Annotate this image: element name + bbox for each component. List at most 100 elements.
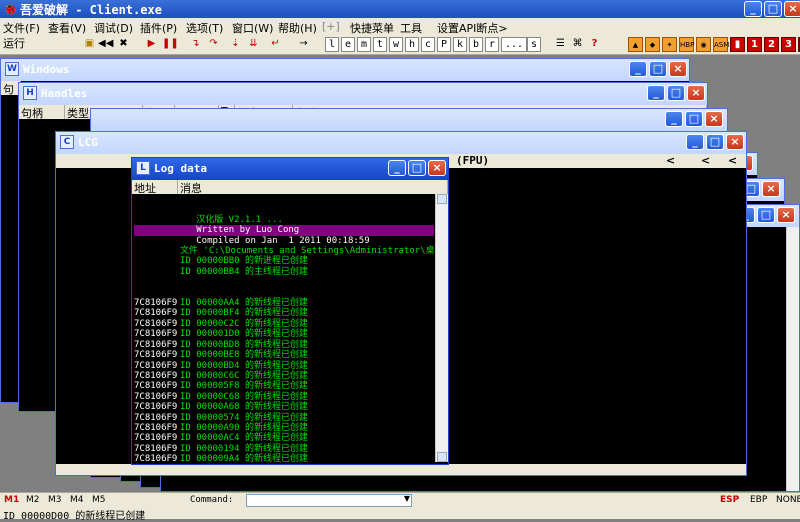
trace-over-icon[interactable]: ⇊	[246, 37, 261, 52]
lcg-hscroll[interactable]	[56, 464, 746, 475]
log-row[interactable]: 7C8106F9 ID 000005F8 的新线程已创建	[134, 381, 434, 391]
num-2-button[interactable]: 2	[764, 37, 779, 52]
num-3-button[interactable]: 3	[781, 37, 796, 52]
plugin1-icon[interactable]: ▲	[628, 37, 643, 52]
maximize-button[interactable]: □	[764, 1, 782, 17]
minimize-button[interactable]: _	[686, 134, 704, 150]
close-button[interactable]: ×	[428, 160, 446, 176]
log-row[interactable]: 7C8106F9 ID 00000BF4 的新线程已创建	[134, 308, 434, 318]
maximize-button[interactable]: □	[757, 207, 775, 223]
asm-button[interactable]: ASM	[713, 37, 729, 52]
toolbar-m-button[interactable]: m	[357, 37, 371, 52]
maximize-button[interactable]: □	[685, 111, 703, 127]
pause-icon[interactable]: ❚❚	[162, 37, 179, 52]
log-row[interactable]: 7C8106F9 ID 00000C6C 的新线程已创建	[134, 371, 434, 381]
minimize-button[interactable]: _	[647, 85, 665, 101]
close-button[interactable]: ×	[784, 1, 800, 17]
hbp-button[interactable]: HBP	[679, 37, 694, 52]
maximize-button[interactable]: □	[706, 134, 724, 150]
menu-tools[interactable]: 工具	[400, 20, 422, 36]
cpu-scrollbar[interactable]	[786, 227, 799, 491]
log-row[interactable]: 7C8106F9 ID 00000BD4 的新线程已创建	[134, 361, 434, 371]
open-icon[interactable]: ▣	[82, 37, 97, 52]
toolbar-b-button[interactable]: b	[469, 37, 483, 52]
log-row[interactable]: 7C8106F9 ID 00000194 的新线程已创建	[134, 444, 434, 454]
log-list[interactable]: 汉化版 V2.1.1 ... Written by Luo Cong Compi…	[134, 194, 434, 462]
col-handle[interactable]: 句柄	[19, 105, 65, 120]
goto-icon[interactable]: →	[296, 37, 311, 52]
toolbar-dots-button[interactable]: ...	[501, 37, 527, 52]
mark-m4[interactable]: M4	[70, 495, 84, 505]
step-into-icon[interactable]: ↴	[188, 37, 203, 52]
minimize-button[interactable]: _	[665, 111, 683, 127]
close-button[interactable]: ×	[777, 207, 795, 223]
log-row[interactable]: 7C8106F9 ID 00000AA4 的新线程已创建	[134, 298, 434, 308]
log-row[interactable]: 7C8106F9 ID 00000AC4 的新线程已创建	[134, 433, 434, 443]
chevron-down-icon[interactable]: ▼	[404, 494, 410, 503]
menu-options[interactable]: 选项(T)	[186, 20, 223, 36]
log-row[interactable]: 7C8106F9 ID 000009A4 的新线程已创建	[134, 454, 434, 462]
appearance-icon[interactable]: ⌘	[570, 37, 585, 52]
help-icon[interactable]: ?	[587, 37, 602, 52]
log-header-line[interactable]: Compiled on Jan 1 2011 00:18:59	[134, 236, 434, 246]
maximize-button[interactable]: □	[408, 160, 426, 176]
toolbar-h-button[interactable]: h	[405, 37, 419, 52]
menu-plugins[interactable]: 插件(P)	[140, 20, 177, 36]
log-header-line[interactable]: 文件 'C:\Documents and Settings\Administra…	[134, 246, 434, 256]
menu-file[interactable]: 文件(F)	[3, 20, 40, 36]
log-row[interactable]: 7C8106F9 ID 00000C68 的新线程已创建	[134, 392, 434, 402]
close-button[interactable]: ×	[705, 111, 723, 127]
toolbar-c-button[interactable]: c	[421, 37, 435, 52]
toolbar-l-button[interactable]: l	[325, 37, 339, 52]
menu-shortcut[interactable]: 快捷菜单	[350, 20, 394, 36]
toolbar-k-button[interactable]: k	[453, 37, 467, 52]
log-row[interactable]: 7C8106F9 ID 00000BD8 的新线程已创建	[134, 340, 434, 350]
mark-m1[interactable]: M1	[4, 495, 19, 505]
menu-plus[interactable]: [+]	[322, 20, 340, 33]
trace-into-icon[interactable]: ⇣	[228, 37, 243, 52]
toolbar-e-button[interactable]: e	[341, 37, 355, 52]
log-row[interactable]: 7C8106F9 ID 00000C2C 的新线程已创建	[134, 319, 434, 329]
step-over-icon[interactable]: ↷	[206, 37, 221, 52]
reg-ebp[interactable]: EBP	[750, 495, 767, 505]
log-row[interactable]: 7C8106F9 ID 00000BE8 的新线程已创建	[134, 350, 434, 360]
execute-till-return-icon[interactable]: ↵	[268, 37, 283, 52]
menu-help[interactable]: 帮助(H)	[278, 20, 317, 36]
restart-icon[interactable]: ◀◀	[98, 37, 113, 52]
list-icon[interactable]: ☰	[553, 37, 568, 52]
close-button[interactable]: ×	[669, 61, 687, 77]
close-button[interactable]: ×	[726, 134, 744, 150]
minimize-button[interactable]: _	[629, 61, 647, 77]
log-header-line[interactable]: Written by Luo Cong	[134, 225, 434, 236]
col-message[interactable]: 消息	[178, 180, 448, 195]
run-icon[interactable]: ▶	[144, 37, 159, 52]
toolbar-t-button[interactable]: t	[373, 37, 387, 52]
fpu-scroll-left-3[interactable]: <	[728, 154, 737, 167]
close-button[interactable]: ×	[762, 181, 780, 197]
maximize-button[interactable]: □	[649, 61, 667, 77]
menu-window[interactable]: 窗口(W)	[232, 20, 273, 36]
log-header-line[interactable]: 汉化版 V2.1.1 ...	[134, 215, 434, 225]
log-row[interactable]: 7C8106F9 ID 00000A90 的新线程已创建	[134, 423, 434, 433]
close-debug-icon[interactable]: ✖	[116, 37, 131, 52]
mark-m3[interactable]: M3	[48, 495, 62, 505]
mark-m5[interactable]: M5	[92, 495, 106, 505]
fpu-scroll-left-1[interactable]: <	[666, 154, 675, 167]
toolbar-r-button[interactable]: r	[485, 37, 499, 52]
fpu-scroll-left-2[interactable]: <	[701, 154, 710, 167]
minimize-button[interactable]: _	[744, 1, 762, 17]
log-scrollbar[interactable]	[435, 194, 448, 462]
menu-debug[interactable]: 调试(D)	[94, 20, 133, 36]
col-address[interactable]: 地址	[132, 180, 178, 195]
reg-esp[interactable]: ESP	[720, 495, 739, 505]
log-row[interactable]: 7C8106F9 ID 00000A68 的新线程已创建	[134, 402, 434, 412]
num-1-label[interactable]: 1	[747, 37, 762, 52]
plugin3-icon[interactable]: ✦	[662, 37, 677, 52]
command-input[interactable]: ▼	[246, 494, 412, 507]
scroll-up-icon[interactable]	[437, 194, 447, 204]
log-header-line[interactable]: ID 00000BB4 的主线程已创建	[134, 267, 434, 277]
minimize-button[interactable]: _	[388, 160, 406, 176]
toolbar-s-button[interactable]: s	[527, 37, 541, 52]
menu-view[interactable]: 查看(V)	[48, 20, 86, 36]
maximize-button[interactable]: □	[667, 85, 685, 101]
